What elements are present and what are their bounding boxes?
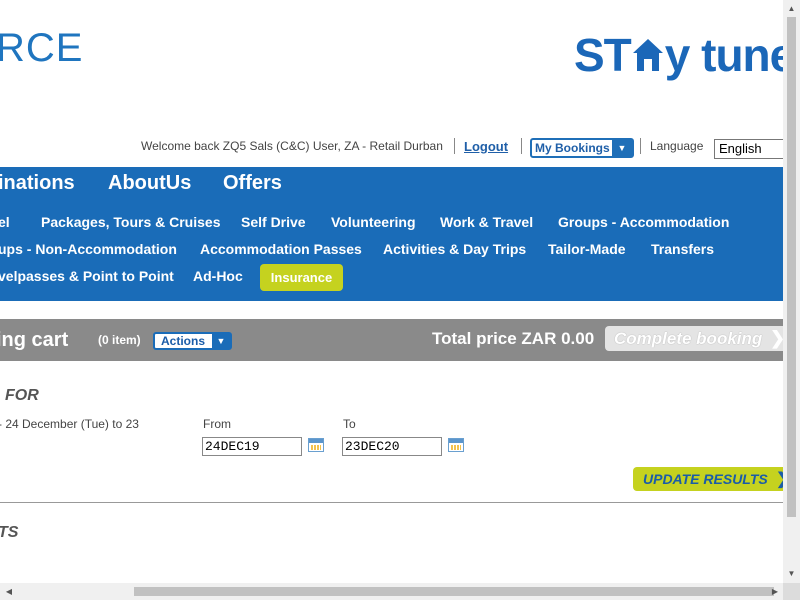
- nav-transfers[interactable]: Transfers: [651, 241, 714, 257]
- welcome-text: Welcome back ZQ5 Sals (C&C) User, ZA - R…: [141, 139, 443, 153]
- scroll-down-icon[interactable]: ▼: [783, 567, 800, 581]
- cart-title: ing cart: [0, 329, 69, 351]
- from-date-input[interactable]: 24DEC19: [202, 437, 302, 456]
- nav-packages-tours-cruises[interactable]: Packages, Tours & Cruises: [41, 214, 220, 230]
- nav-work-travel[interactable]: Work & Travel: [440, 214, 533, 230]
- horizontal-scrollbar[interactable]: ◀ ▶: [0, 583, 800, 600]
- update-results-button[interactable]: UPDATE RESULTS ❯: [633, 467, 800, 491]
- date-range-text: - 24 December (Tue) to 23: [0, 417, 139, 431]
- nav-volunteering[interactable]: Volunteering: [331, 214, 416, 230]
- calendar-icon[interactable]: [308, 438, 324, 452]
- nav-about-us[interactable]: AboutUs: [108, 172, 191, 195]
- language-label: Language: [650, 139, 704, 153]
- to-label: To: [343, 417, 356, 431]
- vertical-scroll-thumb[interactable]: [787, 17, 796, 517]
- results-heading: TS: [0, 524, 19, 541]
- nav-self-drive[interactable]: Self Drive: [241, 214, 306, 230]
- from-label: From: [203, 417, 231, 431]
- nav-travel[interactable]: el: [0, 214, 10, 230]
- house-icon: [631, 32, 665, 72]
- nav-destinations[interactable]: inations: [0, 172, 75, 195]
- to-date-input[interactable]: 23DEC20: [342, 437, 442, 456]
- search-for-heading: FOR: [5, 387, 39, 404]
- horizontal-scroll-thumb[interactable]: [134, 587, 774, 596]
- scroll-left-icon[interactable]: ◀: [2, 583, 16, 600]
- actions-label: Actions: [161, 334, 206, 348]
- page: RCE ST y tuned Welcome back ZQ5 Sals (C&C…: [0, 0, 800, 600]
- nav-groups-non-accommodation[interactable]: ups - Non-Accommodation: [0, 241, 177, 257]
- main-navigation: inations AboutUs Offers el Packages, Tou…: [0, 167, 800, 301]
- stay-tuned-logo[interactable]: ST y tuned: [574, 28, 800, 82]
- nav-groups-accommodation[interactable]: Groups - Accommodation: [558, 214, 729, 230]
- scroll-up-icon[interactable]: ▲: [783, 2, 800, 16]
- shopping-cart-bar: ing cart (0 item) Actions ▼ Total price …: [0, 319, 800, 361]
- nav-offers[interactable]: Offers: [223, 172, 282, 195]
- complete-booking-label: Complete booking: [614, 329, 763, 348]
- nav-insurance[interactable]: Insurance: [260, 264, 343, 291]
- calendar-icon[interactable]: [448, 438, 464, 452]
- my-bookings-label: My Bookings: [535, 141, 610, 155]
- my-bookings-dropdown[interactable]: My Bookings ▼: [530, 138, 634, 158]
- brand-text-2: y tuned: [664, 29, 800, 81]
- section-divider: [0, 502, 785, 503]
- site-logo[interactable]: RCE: [0, 26, 83, 71]
- brand-text-1: ST: [574, 29, 632, 81]
- nav-travelpasses[interactable]: velpasses & Point to Point: [0, 268, 174, 284]
- total-price: Total price ZAR 0.00: [432, 329, 595, 348]
- vertical-scrollbar[interactable]: ▲ ▼: [783, 0, 800, 583]
- complete-booking-button[interactable]: Complete booking ❯: [605, 326, 800, 351]
- language-select[interactable]: English: [714, 139, 794, 159]
- nav-ad-hoc[interactable]: Ad-Hoc: [193, 268, 243, 284]
- divider: [640, 138, 641, 154]
- nav-activities-day-trips[interactable]: Activities & Day Trips: [383, 241, 526, 257]
- chevron-down-icon: ▼: [612, 140, 632, 156]
- update-results-label: UPDATE RESULTS: [643, 471, 768, 487]
- scrollbar-corner: [783, 583, 800, 600]
- nav-tailor-made[interactable]: Tailor-Made: [548, 241, 626, 257]
- divider: [454, 138, 455, 154]
- scroll-right-icon[interactable]: ▶: [768, 583, 782, 600]
- cart-count: (0 item): [98, 333, 141, 347]
- logout-link[interactable]: Logout: [464, 139, 508, 154]
- chevron-down-icon: ▼: [212, 334, 230, 348]
- actions-dropdown[interactable]: Actions ▼: [153, 332, 232, 350]
- divider: [521, 138, 522, 154]
- nav-accommodation-passes[interactable]: Accommodation Passes: [200, 241, 362, 257]
